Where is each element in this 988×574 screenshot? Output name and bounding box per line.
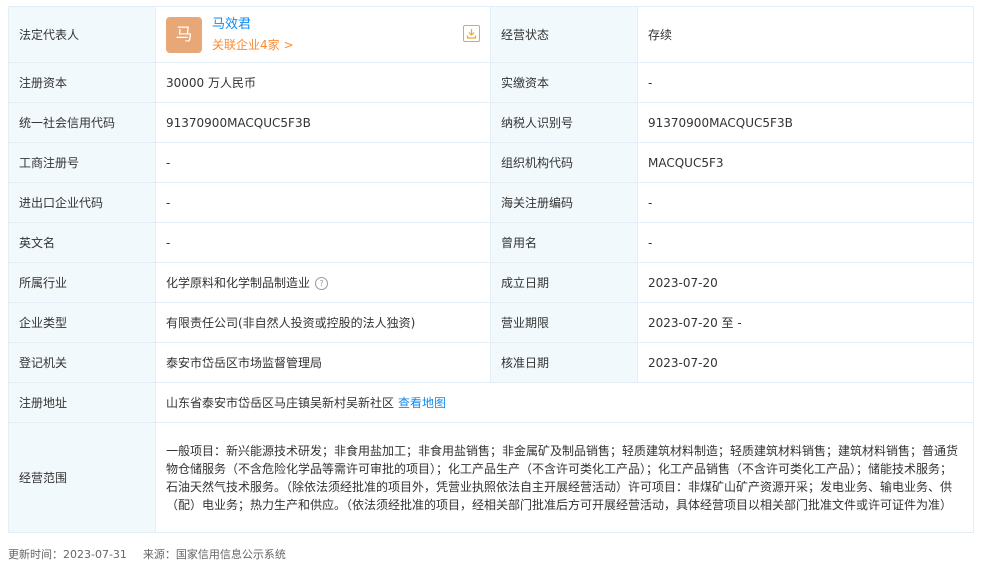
value-taxpayer-id: 91370900MACQUC5F3B [637, 102, 974, 143]
info-row: 工商注册号 - 组织机构代码 MACQUC5F3 [8, 142, 974, 183]
value-customs-code: - [637, 182, 974, 223]
data-source: 来源：国家信用信息公示系统 [142, 548, 286, 561]
business-info-panel: 法定代表人 马 马效君 关联企业4家 > 经营状态 存续 注册资本 30000 … [8, 6, 974, 533]
export-icon[interactable] [463, 24, 480, 42]
value-reg-number: - [155, 142, 491, 183]
label-legal-rep: 法定代表人 [8, 6, 156, 63]
label-taxpayer-id: 纳税人识别号 [490, 102, 638, 143]
related-companies-link[interactable]: 关联企业4家 > [212, 36, 294, 54]
avatar[interactable]: 马 [166, 16, 202, 53]
info-row: 统一社会信用代码 91370900MACQUC5F3B 纳税人识别号 91370… [8, 102, 974, 143]
label-customs-code: 海关注册编码 [490, 182, 638, 223]
view-map-link[interactable]: 查看地图 [398, 396, 446, 410]
row-business-scope: 经营范围 一般项目：新兴能源技术研发；非食用盐加工；非食用盐销售；非金属矿及制品… [8, 422, 974, 533]
value-english-name: - [155, 222, 491, 263]
value-approval-date: 2023-07-20 [637, 342, 974, 383]
value-org-code: MACQUC5F3 [637, 142, 974, 183]
label-industry: 所属行业 [8, 262, 156, 303]
label-registration-authority: 登记机关 [8, 342, 156, 383]
info-row: 登记机关 泰安市岱岳区市场监督管理局 核准日期 2023-07-20 [8, 342, 974, 383]
info-row: 进出口企业代码 - 海关注册编码 - [8, 182, 974, 223]
value-business-term: 2023-07-20 至 - [637, 302, 974, 343]
label-registered-capital: 注册资本 [8, 62, 156, 103]
label-former-name: 曾用名 [490, 222, 638, 263]
value-address: 山东省泰安市岱岳区马庄镇吴新村吴新社区 [166, 395, 395, 410]
address-cell: 山东省泰安市岱岳区马庄镇吴新村吴新社区 查看地图 [155, 382, 974, 423]
label-address: 注册地址 [8, 382, 156, 423]
info-row: 英文名 - 曾用名 - [8, 222, 974, 263]
label-reg-number: 工商注册号 [8, 142, 156, 183]
value-registered-capital: 30000 万人民币 [155, 62, 491, 103]
value-registration-authority: 泰安市岱岳区市场监督管理局 [155, 342, 491, 383]
info-row: 注册资本 30000 万人民币 实缴资本 - [8, 62, 974, 103]
label-business-scope: 经营范围 [8, 422, 156, 533]
value-status: 存续 [637, 6, 974, 63]
value-industry: 化学原料和化学制品制造业 [166, 275, 311, 290]
label-import-export-code: 进出口企业代码 [8, 182, 156, 223]
value-company-type: 有限责任公司(非自然人投资或控股的法人独资) [155, 302, 491, 343]
footer: 更新时间：2023-07-31 来源：国家信用信息公示系统 [8, 546, 286, 562]
help-icon[interactable]: ? [315, 276, 329, 290]
business-info-table: 法定代表人 马 马效君 关联企业4家 > 经营状态 存续 注册资本 30000 … [8, 6, 974, 533]
value-import-export-code: - [155, 182, 491, 223]
info-row: 所属行业 化学原料和化学制品制造业? 成立日期 2023-07-20 [8, 262, 974, 303]
label-business-term: 营业期限 [490, 302, 638, 343]
row-legal-rep: 法定代表人 马 马效君 关联企业4家 > 经营状态 存续 [8, 6, 974, 63]
label-status: 经营状态 [490, 6, 638, 63]
value-business-scope: 一般项目：新兴能源技术研发；非食用盐加工；非食用盐销售；非金属矿及制品销售；轻质… [155, 422, 974, 533]
legal-rep-name-link[interactable]: 马效君 [212, 16, 294, 34]
value-credit-code: 91370900MACQUC5F3B [155, 102, 491, 143]
label-approval-date: 核准日期 [490, 342, 638, 383]
row-address: 注册地址 山东省泰安市岱岳区马庄镇吴新村吴新社区 查看地图 [8, 382, 974, 423]
value-industry-cell: 化学原料和化学制品制造业? [155, 262, 491, 303]
label-paid-in-capital: 实缴资本 [490, 62, 638, 103]
label-company-type: 企业类型 [8, 302, 156, 343]
label-established-date: 成立日期 [490, 262, 638, 303]
value-former-name: - [637, 222, 974, 263]
value-paid-in-capital: - [637, 62, 974, 103]
value-established-date: 2023-07-20 [637, 262, 974, 303]
update-time: 更新时间：2023-07-31 [8, 548, 127, 561]
label-credit-code: 统一社会信用代码 [8, 102, 156, 143]
info-row: 企业类型 有限责任公司(非自然人投资或控股的法人独资) 营业期限 2023-07… [8, 302, 974, 343]
label-english-name: 英文名 [8, 222, 156, 263]
legal-rep-cell: 马 马效君 关联企业4家 > [155, 6, 491, 63]
label-org-code: 组织机构代码 [490, 142, 638, 183]
